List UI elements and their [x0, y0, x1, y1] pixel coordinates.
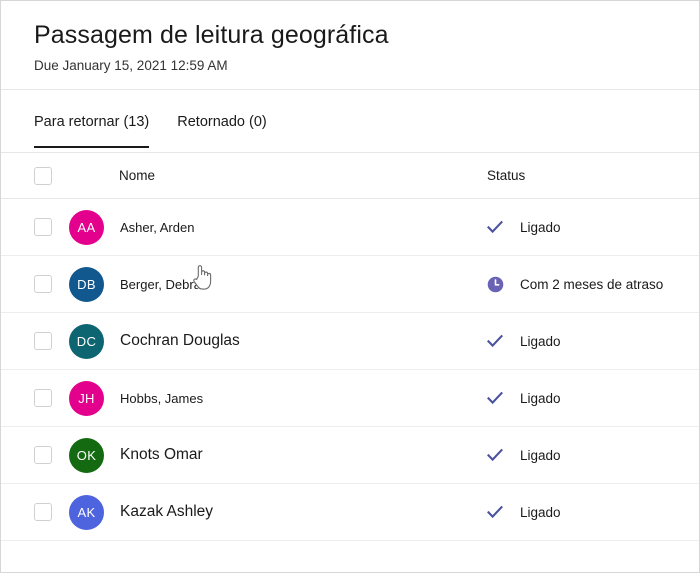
avatar-initials: AK: [77, 504, 96, 520]
column-header-name: Nome: [119, 167, 156, 183]
avatar-initials: OK: [76, 447, 97, 463]
row-select-cell: [1, 427, 69, 484]
students-table: Nome Status AA Asher, Arden Ligado DB Be…: [1, 152, 699, 541]
status-text: Ligado: [520, 504, 561, 520]
row-select-cell: [1, 256, 69, 313]
page-title: Passagem de leitura geográfica: [34, 21, 389, 49]
column-header-status-cell: Status: [480, 153, 699, 199]
avatar: JH: [69, 380, 104, 416]
row-status-cell: Ligado: [480, 370, 699, 427]
clock-icon: [484, 273, 506, 295]
table-row[interactable]: OK Knots Omar Ligado: [1, 427, 699, 484]
row-select-cell: [1, 313, 69, 370]
avatar-initials: JH: [78, 390, 95, 406]
tab-retornado[interactable]: Retornado (0): [177, 90, 266, 132]
avatar: DC: [69, 323, 104, 359]
check-icon: [484, 501, 506, 523]
tab-para-retornar[interactable]: Para retornar (13): [34, 90, 150, 148]
student-name: Cochran Douglas: [120, 332, 240, 349]
student-name: Knots Omar: [120, 446, 203, 463]
column-header-status: Status: [487, 167, 526, 183]
row-checkbox[interactable]: [34, 332, 52, 350]
status-text: Com 2 meses de atraso: [520, 276, 664, 292]
student-name: Asher, Arden: [120, 219, 195, 235]
status-text: Ligado: [520, 390, 561, 406]
tab-bar: Para retornar (13) Retornado (0): [1, 90, 699, 152]
page-header: Passagem de leitura geográfica Due Janua…: [1, 1, 699, 90]
select-all-cell: [1, 153, 69, 199]
select-all-checkbox[interactable]: [34, 166, 52, 185]
tab-label: Para retornar (13): [34, 114, 150, 130]
table-header: Nome Status: [1, 152, 699, 199]
due-date-label: Due January 15, 2021 12:59 AM: [34, 58, 228, 73]
student-name: Kazak Ashley: [120, 503, 214, 520]
status-text: Ligado: [520, 333, 561, 349]
row-name-cell: JH Hobbs, James: [69, 370, 480, 427]
row-name-cell: DB Berger, Debra: [69, 256, 480, 313]
row-status-cell: Com 2 meses de atraso: [480, 256, 699, 313]
avatar-initials: AA: [77, 219, 96, 235]
table-row[interactable]: AA Asher, Arden Ligado: [1, 199, 699, 256]
status-text: Ligado: [520, 447, 561, 463]
status-text: Ligado: [520, 219, 561, 235]
check-icon: [484, 216, 506, 238]
row-name-cell: OK Knots Omar: [69, 427, 480, 484]
row-name-cell: AK Kazak Ashley: [69, 484, 480, 541]
row-checkbox[interactable]: [34, 446, 52, 464]
avatar: OK: [69, 437, 104, 473]
row-status-cell: Ligado: [480, 484, 699, 541]
row-select-cell: [1, 370, 69, 427]
assignment-detail-window: Passagem de leitura geográfica Due Janua…: [0, 0, 700, 573]
column-header-name-cell: Nome: [69, 153, 480, 199]
row-checkbox[interactable]: [34, 503, 52, 521]
table-header-row: Nome Status: [1, 152, 699, 199]
tab-label: Retornado (0): [177, 114, 267, 130]
table-row[interactable]: DB Berger, Debra Com 2 meses de atraso: [1, 256, 699, 313]
student-name: Berger, Debra: [120, 276, 201, 292]
avatar-initials: DC: [76, 333, 97, 349]
table-row[interactable]: DC Cochran Douglas Ligado: [1, 313, 699, 370]
row-checkbox[interactable]: [34, 389, 52, 407]
table-body: AA Asher, Arden Ligado DB Berger, Debra …: [1, 199, 699, 541]
row-select-cell: [1, 484, 69, 541]
row-name-cell: DC Cochran Douglas: [69, 313, 480, 370]
check-icon: [484, 444, 506, 466]
check-icon: [484, 387, 506, 409]
avatar: AK: [69, 494, 104, 530]
avatar: DB: [69, 266, 104, 302]
avatar-initials: DB: [77, 276, 96, 292]
student-name: Hobbs, James: [120, 390, 204, 406]
row-name-cell: AA Asher, Arden: [69, 199, 480, 256]
table-row[interactable]: AK Kazak Ashley Ligado: [1, 484, 699, 541]
row-status-cell: Ligado: [480, 199, 699, 256]
row-status-cell: Ligado: [480, 427, 699, 484]
check-icon: [484, 330, 506, 352]
table-row[interactable]: JH Hobbs, James Ligado: [1, 370, 699, 427]
row-checkbox[interactable]: [34, 218, 52, 236]
row-select-cell: [1, 199, 69, 256]
row-status-cell: Ligado: [480, 313, 699, 370]
row-checkbox[interactable]: [34, 275, 52, 293]
avatar: AA: [69, 209, 104, 245]
